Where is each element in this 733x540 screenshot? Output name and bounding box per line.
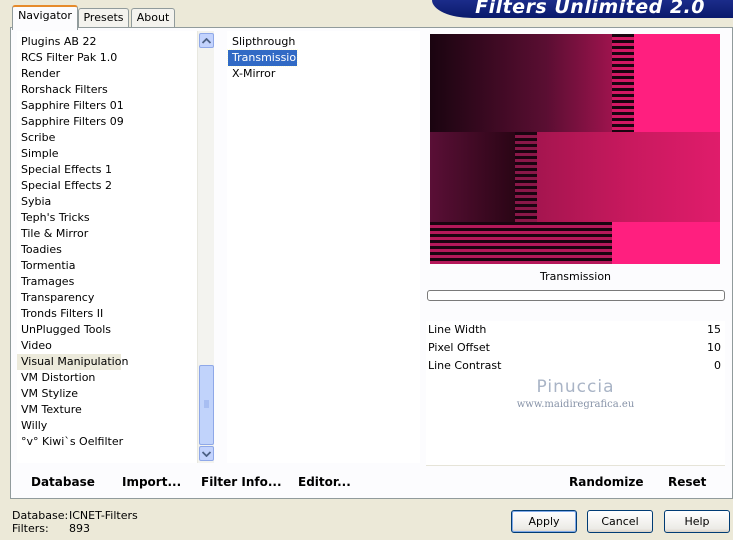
category-item[interactable]: VM Texture [17,402,191,418]
param-empty-row [426,429,725,448]
filter-item[interactable]: Slipthrough [228,34,295,50]
param-value: 15 [707,323,721,336]
watermark-url: www.maidiregrafica.eu [516,399,635,410]
category-scrollbar[interactable] [197,31,214,463]
tab-presets[interactable]: Presets [78,8,129,28]
scroll-thumb[interactable] [199,365,214,445]
category-item[interactable]: Tormentia [17,258,191,274]
category-list[interactable]: Plugins AB 22 RCS Filter Pak 1.0 Render Ror… [17,31,214,463]
preview-label: Transmission [539,270,612,283]
param-value: 0 [714,359,721,372]
banner-title: Filters Unlimited 2.0 [475,0,705,18]
category-item[interactable]: Plugins AB 22 [17,34,191,50]
filters-status-value: 893 [69,522,90,535]
import-button[interactable]: Import... [122,474,181,490]
category-item[interactable]: Willy [17,418,191,434]
title-banner: Filters Unlimited 2.0 [432,0,733,18]
category-item[interactable]: Render [17,66,191,82]
category-item[interactable]: VM Stylize [17,386,191,402]
category-item[interactable]: Visual Manipulation [17,354,128,370]
help-button[interactable]: Help [664,510,730,533]
category-item[interactable]: Simple [17,146,191,162]
category-item[interactable]: Tramages [17,274,191,290]
param-label: Line Contrast [428,359,502,372]
category-item[interactable]: Special Effects 1 [17,162,191,178]
category-item[interactable]: Transparency [17,290,191,306]
param-label: Pixel Offset [428,341,490,354]
database-status-value: ICNET-Filters [69,509,138,522]
database-status-label: Database: [12,509,69,522]
category-item[interactable]: VM Distortion [17,370,191,386]
param-line-contrast[interactable]: Line Contrast 0 [426,357,725,376]
tab-navigator[interactable]: Navigator [12,5,78,30]
chevron-up-icon [202,37,211,44]
filters-status-label: Filters: [12,522,49,535]
category-item[interactable]: Video [17,338,191,354]
watermark-name: Pinuccia [536,377,615,397]
param-empty-row [426,447,725,466]
category-item[interactable]: RCS Filter Pak 1.0 [17,50,191,66]
param-line-width[interactable]: Line Width 15 [426,321,725,340]
category-item[interactable]: UnPlugged Tools [17,322,191,338]
category-item[interactable]: Special Effects 2 [17,178,191,194]
apply-button[interactable]: Apply [511,510,577,533]
cancel-button[interactable]: Cancel [587,510,653,533]
category-item[interactable]: Tile & Mirror [17,226,191,242]
filter-item[interactable]: Transmission [227,49,303,67]
category-item[interactable]: Sapphire Filters 09 [17,114,191,130]
param-label: Line Width [428,323,487,336]
chevron-down-icon [202,450,211,457]
filter-item[interactable]: X-Mirror [228,66,275,82]
category-item[interactable]: Toadies [17,242,191,258]
category-item[interactable]: Tronds Filters II [17,306,191,322]
category-item[interactable]: Sapphire Filters 01 [17,98,191,114]
category-item[interactable]: Scribe [17,130,191,146]
filter-info-button[interactable]: Filter Info... [201,474,282,490]
category-item[interactable]: °v° Kiwi`s Oelfilter [17,434,191,450]
tab-about[interactable]: About [131,8,175,28]
progress-bar [427,290,725,301]
reset-button[interactable]: Reset [668,474,706,490]
param-empty-row [426,411,725,430]
filter-list[interactable]: Slipthrough Transmission X-Mirror [227,31,420,463]
preview-image [430,34,720,264]
database-button[interactable]: Database [31,474,95,490]
scroll-down-button[interactable] [199,446,214,461]
randomize-button[interactable]: Randomize [569,474,643,490]
category-item[interactable]: Rorshack Filters [17,82,191,98]
grip-icon [204,400,209,408]
param-pixel-offset[interactable]: Pixel Offset 10 [426,339,725,358]
category-item[interactable]: Teph's Tricks [17,210,191,226]
category-item[interactable]: Sybia [17,194,191,210]
scroll-up-button[interactable] [199,33,214,48]
editor-button[interactable]: Editor... [298,474,351,490]
param-value: 10 [707,341,721,354]
